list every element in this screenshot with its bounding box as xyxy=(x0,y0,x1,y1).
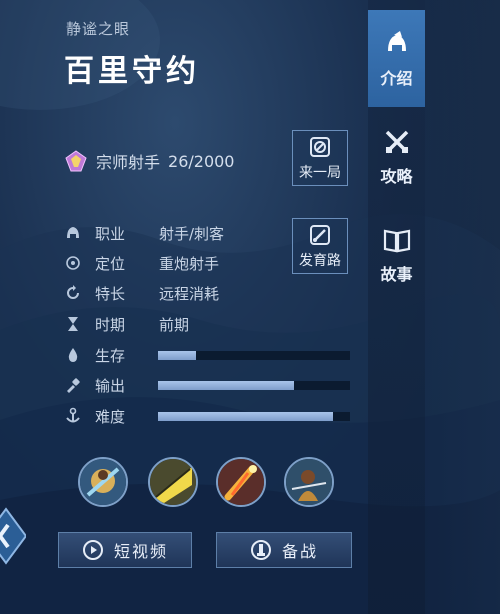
crossed-swords-icon xyxy=(385,130,408,153)
gear-plate-icon xyxy=(250,540,271,560)
attribute-specialty-value: 远程消耗 xyxy=(159,284,220,303)
attribute-role-value: 射手/刺客 xyxy=(159,224,225,243)
rank-label: 宗师射手 xyxy=(96,153,161,172)
stat-survival-track xyxy=(158,351,350,360)
stat-damage: 输出 xyxy=(64,372,364,398)
stat-survival-key: 生存 xyxy=(95,346,126,365)
stat-survival-fill xyxy=(158,351,197,360)
stat-damage-track xyxy=(158,381,350,390)
book-icon xyxy=(383,229,410,252)
stat-difficulty: 难度 xyxy=(64,403,364,429)
attribute-position: 定位 重炮射手 xyxy=(64,250,364,276)
hero-name: 百里守约 xyxy=(64,54,200,89)
skill-4-icon[interactable] xyxy=(284,457,334,507)
anchor-icon xyxy=(66,407,80,423)
nav-story-label: 故事 xyxy=(380,264,413,284)
skill-3-art xyxy=(218,459,264,505)
play-again-label: 来一局 xyxy=(299,164,341,181)
rank-score: 26/2000 xyxy=(168,151,235,171)
attribute-specialty: 特长 远程消耗 xyxy=(64,280,364,306)
play-again-button[interactable]: 来一局 xyxy=(292,130,348,186)
skill-4-art xyxy=(286,459,332,505)
nav-strategy-label: 攻略 xyxy=(380,166,413,186)
short-video-button[interactable]: 短视频 xyxy=(58,532,192,568)
hero-subtitle: 静谧之眼 xyxy=(66,20,131,38)
attribute-phase-value: 前期 xyxy=(159,315,190,334)
prepare-button[interactable]: 备战 xyxy=(216,532,352,568)
target-icon xyxy=(66,256,80,270)
nav-intro-label: 介绍 xyxy=(380,68,413,88)
nav-intro[interactable]: 介绍 xyxy=(368,10,425,107)
no-entry-icon xyxy=(310,136,330,157)
prepare-label: 备战 xyxy=(281,542,318,561)
drop-icon xyxy=(68,348,78,362)
stat-difficulty-track xyxy=(158,412,350,421)
stat-damage-fill xyxy=(158,381,295,390)
attribute-specialty-key: 特长 xyxy=(95,284,126,303)
hero-info-panel: 静谧之眼 百里守约 宗师射手 26/2000 来一局 发育路 职业 射手/刺客 … xyxy=(0,0,368,614)
stat-difficulty-key: 难度 xyxy=(95,407,126,426)
skill-3-icon[interactable] xyxy=(216,457,266,507)
attribute-position-value: 重炮射手 xyxy=(159,254,220,273)
helmet-icon xyxy=(67,227,79,238)
stat-survival: 生存 xyxy=(64,342,364,368)
collapse-tab-icon[interactable] xyxy=(0,503,26,569)
attribute-position-key: 定位 xyxy=(95,254,126,273)
play-circle-icon xyxy=(82,540,103,560)
rank-row: 宗师射手 26/2000 xyxy=(64,146,234,176)
skill-1-art xyxy=(80,459,126,505)
refresh-icon xyxy=(67,285,79,299)
right-backdrop xyxy=(425,0,500,614)
skill-2-art xyxy=(150,459,196,505)
diamond-rank-icon xyxy=(65,150,87,172)
attribute-role-key: 职业 xyxy=(95,224,126,243)
nav-strategy[interactable]: 攻略 xyxy=(368,108,425,205)
stat-damage-key: 输出 xyxy=(95,376,126,395)
attribute-phase: 时期 前期 xyxy=(64,311,364,337)
attribute-phase-key: 时期 xyxy=(95,315,126,334)
right-nav: 介绍 攻略 故事 xyxy=(368,0,425,614)
skill-1-icon[interactable] xyxy=(78,457,128,507)
short-video-label: 短视频 xyxy=(113,542,168,561)
nav-story[interactable]: 故事 xyxy=(368,206,425,303)
attribute-role: 职业 射手/刺客 xyxy=(64,220,364,246)
skill-2-icon[interactable] xyxy=(148,457,198,507)
stat-difficulty-fill xyxy=(158,412,333,421)
hourglass-icon xyxy=(68,317,78,331)
fist-icon xyxy=(67,378,80,393)
hero-helmet-icon xyxy=(387,30,406,51)
